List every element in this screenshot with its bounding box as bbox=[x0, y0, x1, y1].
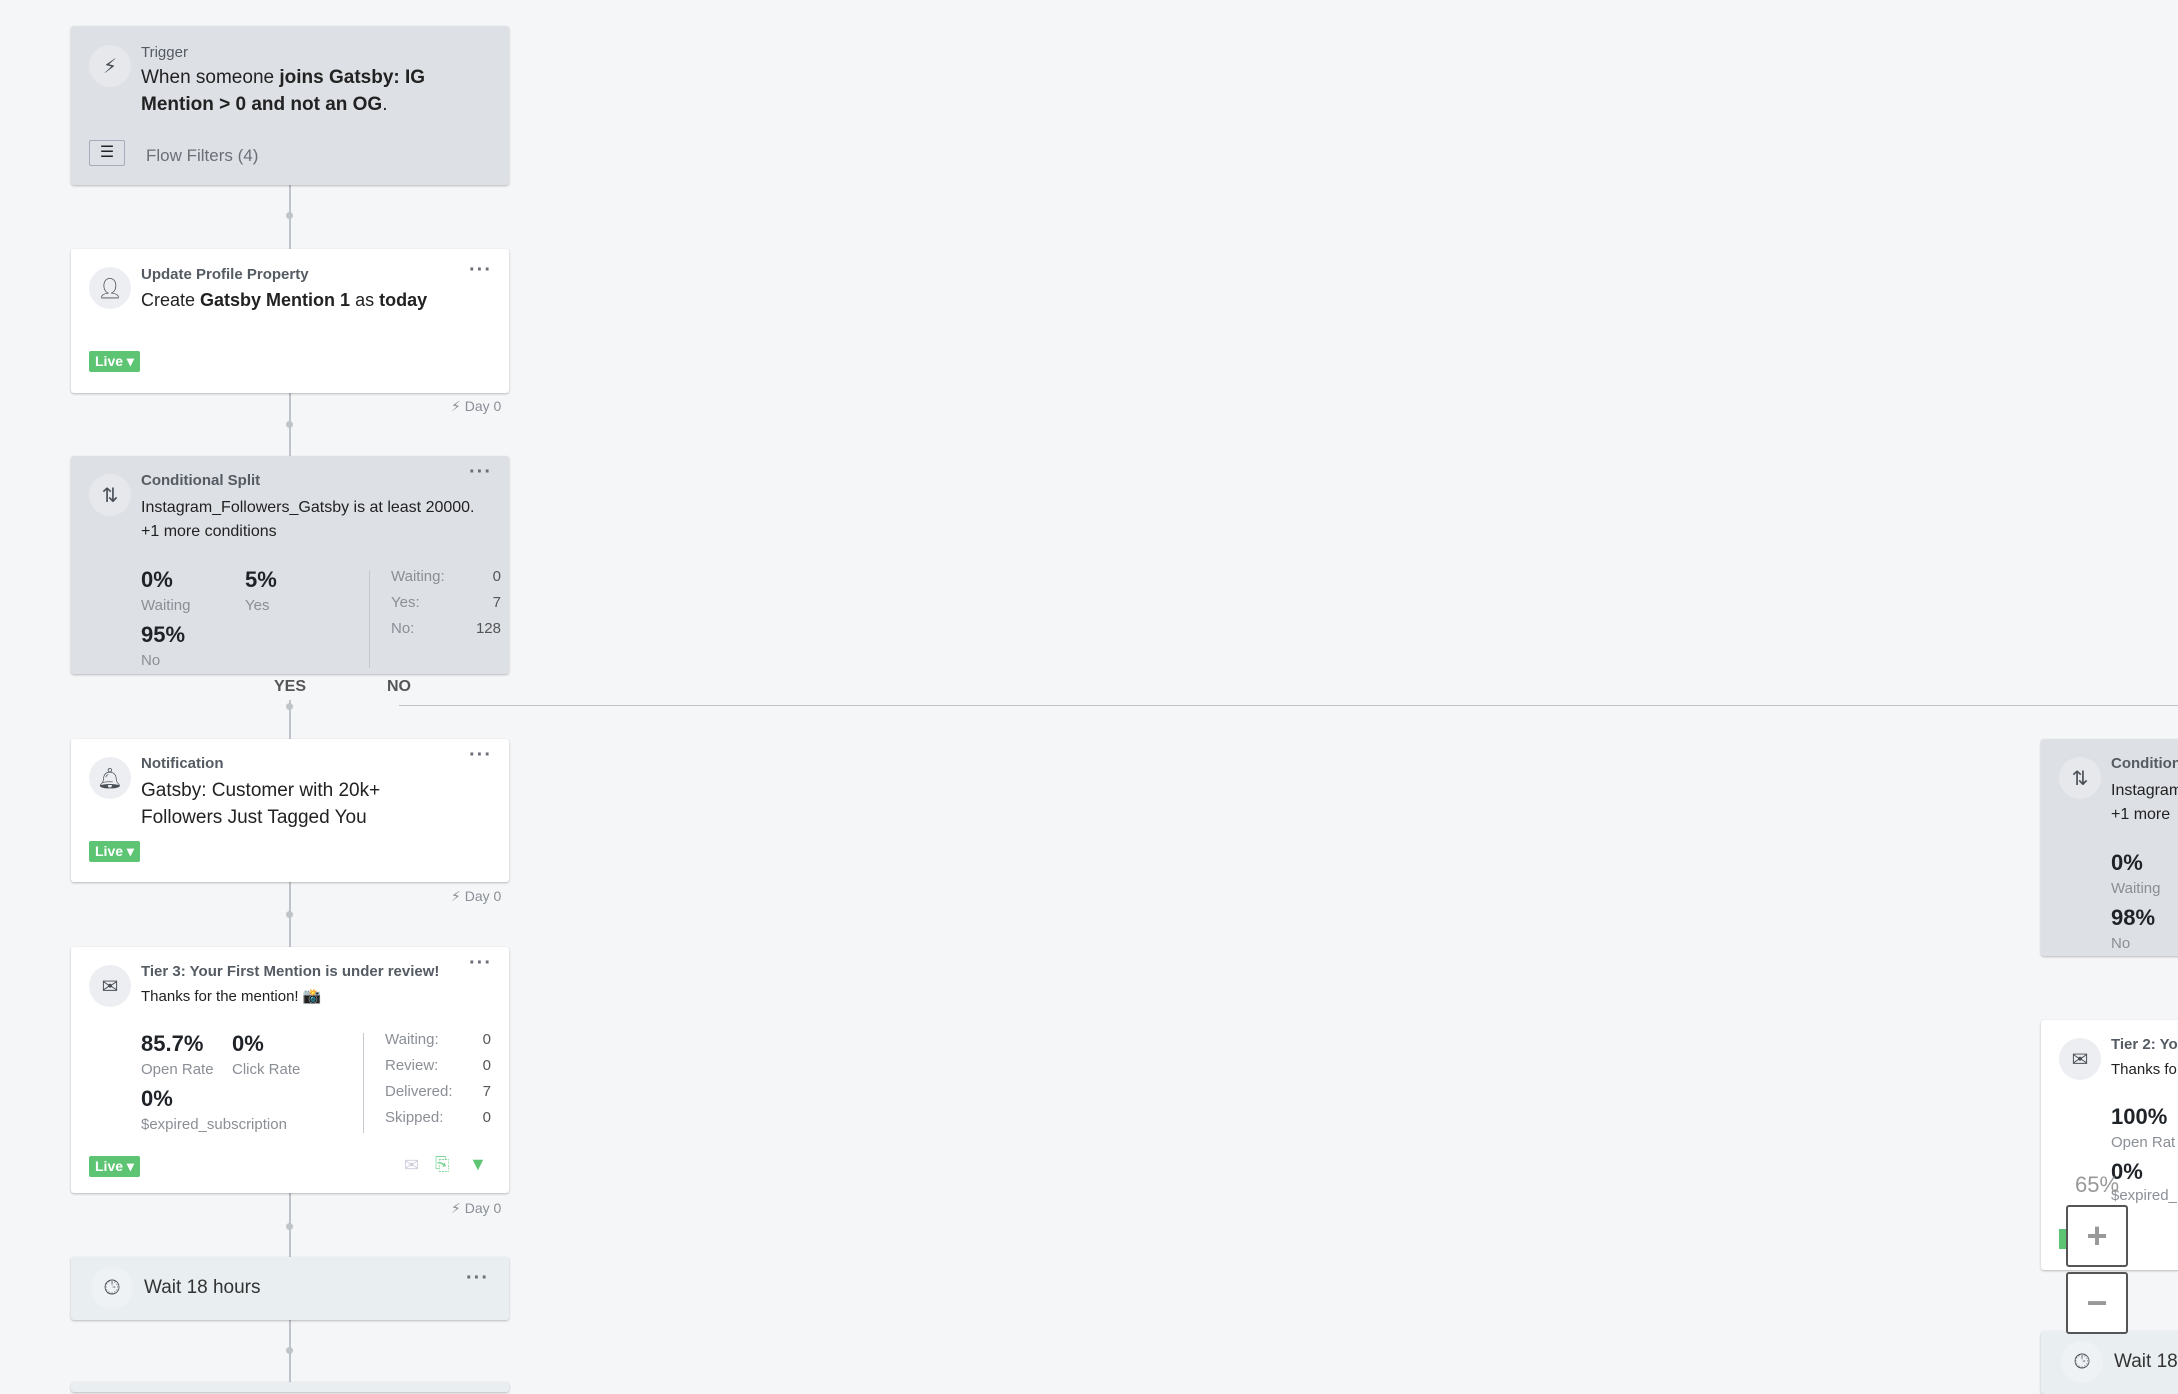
connector-dot bbox=[286, 911, 293, 918]
email-subject: Thanks fo bbox=[2111, 1061, 2177, 1078]
notification-label: Notification bbox=[141, 755, 224, 772]
split-icon: ⇅ bbox=[89, 474, 131, 516]
yes-label: Yes bbox=[245, 597, 270, 614]
open-rate-label: Open Rate bbox=[141, 1061, 214, 1078]
bell-icon: 🔔︎ bbox=[89, 757, 131, 799]
day-label: ⚡︎ Day 0 bbox=[451, 888, 502, 904]
no-branch-label: NO bbox=[387, 678, 411, 695]
connector-dot bbox=[286, 703, 293, 710]
filter-icon[interactable]: ☰ bbox=[89, 140, 125, 166]
split-condition: Instagram_Followers_Gatsby is at least 2… bbox=[141, 499, 475, 516]
email-label: Tier 2: Yo bbox=[2111, 1036, 2178, 1053]
conversion-rate: 0% bbox=[141, 1086, 173, 1111]
yes-pct: 5% bbox=[245, 567, 277, 592]
day-label: ⚡︎ Day 0 bbox=[451, 398, 502, 414]
split-label: Condition bbox=[2111, 755, 2178, 772]
waiting-pct: 0% bbox=[141, 567, 173, 592]
open-rate-label: Open Rat bbox=[2111, 1134, 2176, 1151]
zoom-out-button[interactable]: − bbox=[2066, 1272, 2128, 1334]
clock-icon: 🕒︎ bbox=[91, 1267, 133, 1309]
waiting-pct: 0% bbox=[2111, 850, 2143, 875]
split-more: +1 more conditions bbox=[141, 523, 277, 540]
wait-text: Wait 18 hours bbox=[144, 1277, 261, 1298]
notification-text: Gatsby: Customer with 20k+ Followers Jus… bbox=[141, 780, 381, 828]
stat-row: Delivered: 7 bbox=[385, 1083, 491, 1100]
status-dropdown[interactable]: Live ▾ bbox=[89, 1156, 140, 1177]
connector-dot bbox=[286, 1223, 293, 1230]
notification-card[interactable]: 🔔︎ Notification Gatsby: Customer with 20… bbox=[71, 739, 509, 882]
more-menu-icon[interactable]: ··· bbox=[466, 1267, 489, 1290]
update-label: Update Profile Property bbox=[141, 266, 309, 283]
waiting-label: Waiting bbox=[2111, 880, 2161, 897]
no-pct: 95% bbox=[141, 622, 186, 647]
split-condition: Instagram bbox=[2111, 782, 2178, 799]
right-split-card[interactable]: ⇅ Condition Instagram +1 more 0% Waiting… bbox=[2041, 739, 2178, 956]
stat-row: Yes: 7 bbox=[391, 594, 501, 611]
split-label: Conditional Split bbox=[141, 472, 261, 489]
update-profile-card[interactable]: 👤︎ Update Profile Property Create Gatsby… bbox=[71, 249, 509, 393]
conditional-split-card[interactable]: ⇅ Conditional Split Instagram_Followers_… bbox=[71, 456, 509, 674]
status-dropdown[interactable]: Live ▾ bbox=[89, 841, 140, 862]
click-rate-label: Click Rate bbox=[232, 1061, 301, 1078]
stat-row: No: 128 bbox=[391, 620, 501, 637]
connector-dot bbox=[286, 1347, 293, 1354]
stat-row: Skipped: 0 bbox=[385, 1109, 491, 1126]
lightning-icon: ⚡︎ bbox=[89, 45, 131, 87]
zoom-in-button[interactable]: + bbox=[2066, 1205, 2128, 1267]
stat-row: Review: 0 bbox=[385, 1057, 491, 1074]
yes-branch-label: YES bbox=[274, 678, 307, 695]
envelope-icon: ✉︎ bbox=[89, 965, 131, 1007]
no-label: No bbox=[2111, 935, 2131, 952]
conversion-label: $expired_ bbox=[2111, 1187, 2177, 1204]
trigger-card[interactable]: ⚡︎ Trigger When someone joins Gatsby: IG… bbox=[71, 26, 509, 185]
filter-funnel-icon[interactable]: ▼ bbox=[469, 1154, 487, 1175]
waiting-label: Waiting bbox=[141, 597, 191, 614]
conversion-label: $expired_subscription bbox=[141, 1116, 287, 1133]
update-text: Create Gatsby Mention 1 as today bbox=[141, 290, 428, 310]
connector-dot bbox=[286, 421, 293, 428]
stat-row: Waiting: 0 bbox=[391, 568, 501, 585]
status-dropdown[interactable]: Live ▾ bbox=[89, 351, 140, 372]
right-wait-card[interactable]: 🕒︎ Wait 18 bbox=[2041, 1331, 2178, 1394]
no-branch-line bbox=[399, 705, 2178, 706]
more-menu-icon[interactable]: ··· bbox=[469, 952, 492, 975]
split-icon: ⇅ bbox=[2059, 757, 2101, 799]
connector-dot bbox=[286, 212, 293, 219]
click-rate: 0% bbox=[232, 1031, 264, 1056]
email-label: Tier 3: Your First Mention is under revi… bbox=[141, 963, 440, 980]
attachment-icon[interactable]: ⎘ bbox=[435, 1154, 449, 1175]
zoom-level: 65% bbox=[2075, 1172, 2120, 1197]
open-rate: 100% bbox=[2111, 1104, 2168, 1129]
person-icon: 👤︎ bbox=[89, 267, 131, 309]
wait-text: Wait 18 bbox=[2114, 1351, 2178, 1372]
mail-check-icon[interactable]: ✉︎ bbox=[404, 1155, 419, 1176]
open-rate: 85.7% bbox=[141, 1031, 204, 1056]
trigger-label: Trigger bbox=[141, 44, 188, 61]
day-label: ⚡︎ Day 0 bbox=[451, 1200, 502, 1216]
clock-icon: 🕒︎ bbox=[2061, 1341, 2103, 1383]
envelope-icon: ✉︎ bbox=[2059, 1038, 2101, 1080]
trigger-text: When someone joins Gatsby: IG Mention > … bbox=[141, 67, 426, 115]
stat-row: Waiting: 0 bbox=[385, 1031, 491, 1048]
email-subject: Thanks for the mention! 📸 bbox=[141, 988, 322, 1005]
email-card[interactable]: ✉︎ Tier 3: Your First Mention is under r… bbox=[71, 947, 509, 1193]
more-menu-icon[interactable]: ··· bbox=[469, 744, 492, 767]
flow-filters-link[interactable]: Flow Filters (4) bbox=[146, 146, 258, 166]
divider bbox=[363, 1033, 364, 1133]
wait-card[interactable]: 🕒︎ Wait 18 hours ··· bbox=[71, 1257, 509, 1320]
split-more: +1 more bbox=[2111, 806, 2171, 823]
no-label: No bbox=[141, 652, 161, 669]
more-menu-icon[interactable]: ··· bbox=[469, 259, 492, 282]
divider bbox=[369, 570, 370, 668]
no-pct: 98% bbox=[2111, 905, 2156, 930]
more-menu-icon[interactable]: ··· bbox=[469, 461, 492, 484]
